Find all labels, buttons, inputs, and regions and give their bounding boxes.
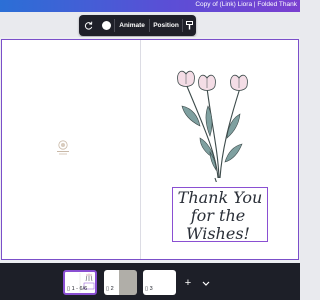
page-icon: ▯	[145, 286, 149, 292]
message-line-1: Thank You	[178, 188, 263, 207]
color-swatch-icon	[102, 21, 112, 30]
top-bar: Copy of (Link) Liora | Folded Thank	[0, 0, 300, 12]
rotate-button[interactable]	[79, 15, 99, 36]
page-label-3: ▯ 3	[145, 286, 153, 292]
rotate-icon	[85, 21, 93, 30]
more-pages-button[interactable]	[199, 276, 213, 290]
floating-toolbar: Animate Position	[79, 15, 196, 36]
brand-logo-icon[interactable]	[56, 140, 70, 156]
page-icon: ▯	[67, 286, 71, 292]
page-icon: ▯	[106, 286, 110, 292]
add-page-icon: +	[184, 277, 192, 289]
color-button[interactable]	[99, 15, 115, 36]
add-page-button[interactable]: +	[181, 276, 195, 290]
thank-you-message[interactable]: Thank You for the Wishes!	[174, 186, 266, 244]
chevron-down-icon	[202, 281, 210, 286]
copy-style-button[interactable]	[183, 15, 196, 36]
message-line-3: Wishes!	[186, 224, 250, 243]
flower-illustration[interactable]	[170, 66, 252, 182]
fold-line	[140, 40, 141, 259]
page-label-1: ▯ 1 - 6/6	[67, 286, 88, 292]
format-paint-icon	[185, 21, 193, 30]
document-title[interactable]: Copy of (Link) Liora | Folded Thank	[195, 1, 297, 8]
page-label-2: ▯ 2	[106, 286, 114, 292]
position-button[interactable]: Position	[150, 15, 182, 36]
message-line-2: for the	[190, 206, 246, 225]
animate-button[interactable]: Animate	[115, 15, 148, 36]
